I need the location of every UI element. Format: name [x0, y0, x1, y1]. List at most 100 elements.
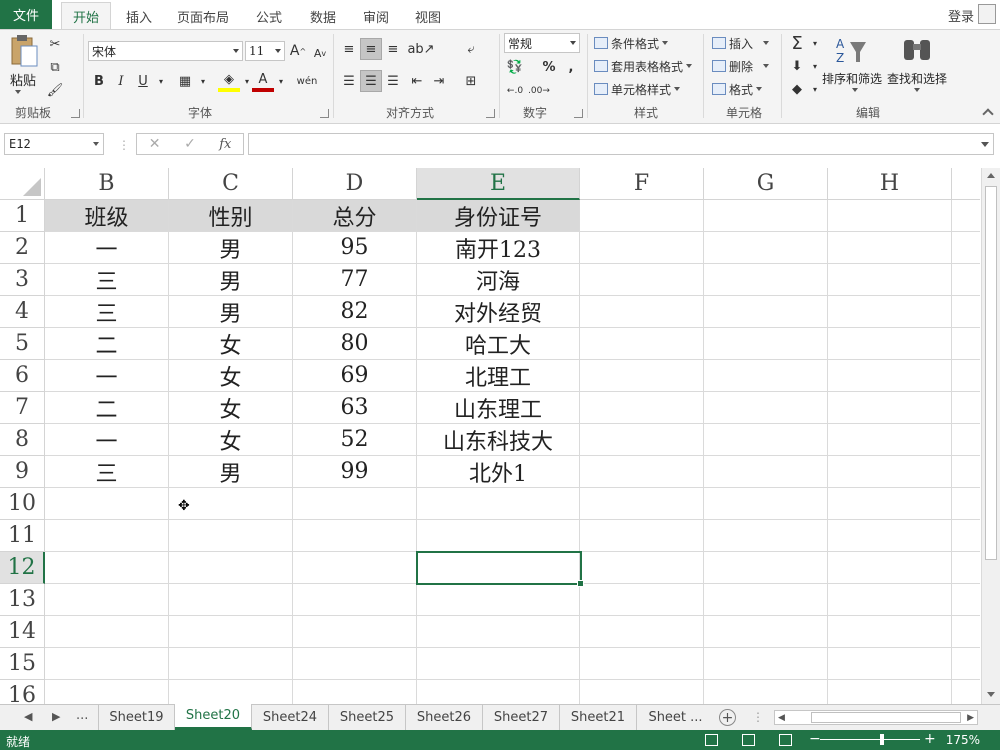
empty-cell[interactable] — [952, 360, 980, 392]
empty-cell[interactable] — [828, 264, 952, 296]
data-cell[interactable]: 二 — [45, 328, 169, 360]
data-cell[interactable]: 山东理工 — [417, 392, 580, 424]
empty-cell[interactable] — [952, 264, 980, 296]
empty-cell[interactable] — [45, 648, 169, 680]
font-launcher-icon[interactable] — [320, 109, 329, 118]
increase-indent-icon[interactable]: ⇥ — [428, 70, 450, 92]
empty-cell[interactable] — [704, 456, 828, 488]
horizontal-scroll-thumb[interactable] — [811, 712, 961, 723]
sheet-tab[interactable]: Sheet25 — [329, 705, 406, 730]
empty-cell[interactable] — [45, 584, 169, 616]
data-cell[interactable]: 女 — [169, 424, 293, 456]
empty-cell[interactable] — [45, 680, 169, 704]
empty-cell[interactable] — [169, 648, 293, 680]
empty-cell[interactable] — [417, 616, 580, 648]
data-cell[interactable]: 一 — [45, 424, 169, 456]
zoom-out-icon[interactable]: − — [809, 731, 821, 747]
vertical-scrollbar[interactable] — [981, 168, 1000, 704]
empty-cell[interactable] — [704, 328, 828, 360]
empty-cell[interactable] — [293, 616, 417, 648]
align-middle-icon[interactable]: ≡ — [360, 38, 382, 60]
empty-cell[interactable] — [828, 552, 952, 584]
empty-cell[interactable] — [45, 488, 169, 520]
empty-cell[interactable] — [704, 424, 828, 456]
bold-icon[interactable]: B — [88, 70, 110, 92]
conditional-format-button[interactable]: 条件格式 — [594, 33, 669, 53]
empty-cell[interactable] — [704, 488, 828, 520]
binoculars-icon[interactable] — [900, 34, 934, 68]
row-header[interactable]: 1 — [0, 200, 45, 232]
percent-icon[interactable]: % — [538, 56, 560, 78]
header-cell[interactable]: 总分 — [293, 200, 417, 232]
clipboard-launcher-icon[interactable] — [71, 109, 80, 118]
column-header[interactable]: G — [704, 168, 828, 200]
insert-function-icon[interactable]: fx — [208, 137, 243, 152]
data-cell[interactable]: 男 — [169, 264, 293, 296]
row-header-selected[interactable]: 12 — [0, 552, 45, 584]
empty-cell[interactable] — [952, 520, 980, 552]
align-right-icon[interactable]: ☰ — [382, 70, 404, 92]
column-header[interactable]: C — [169, 168, 293, 200]
empty-cell[interactable] — [580, 552, 704, 584]
tab-data[interactable]: 数据 — [302, 4, 344, 29]
row-header[interactable]: 11 — [0, 520, 45, 552]
tab-page-layout[interactable]: 页面布局 — [171, 4, 235, 29]
scroll-left-icon[interactable]: ◀ — [778, 713, 785, 723]
tab-splitter-icon[interactable]: ⋮ — [752, 710, 764, 724]
name-box[interactable]: E12 — [4, 133, 104, 155]
underline-dropdown-icon[interactable]: ▾ — [150, 70, 172, 92]
data-cell[interactable]: 男 — [169, 296, 293, 328]
find-select-label[interactable]: 查找和选择 — [887, 70, 947, 87]
empty-cell[interactable] — [704, 296, 828, 328]
tab-view[interactable]: 视图 — [407, 4, 449, 29]
empty-cell[interactable] — [45, 520, 169, 552]
decrease-indent-icon[interactable]: ⇤ — [406, 70, 428, 92]
data-cell[interactable]: 99 — [293, 456, 417, 488]
header-cell[interactable]: 性别 — [169, 200, 293, 232]
empty-cell[interactable] — [580, 488, 704, 520]
empty-cell[interactable] — [169, 680, 293, 704]
data-cell[interactable]: 男 — [169, 232, 293, 264]
zoom-in-icon[interactable]: + — [924, 731, 936, 747]
border-dropdown-icon[interactable]: ▾ — [192, 70, 214, 92]
sheet-tab[interactable]: Sheet19 — [98, 705, 175, 730]
data-cell[interactable]: 哈工大 — [417, 328, 580, 360]
data-cell[interactable]: 95 — [293, 232, 417, 264]
empty-cell[interactable] — [828, 616, 952, 648]
column-header[interactable] — [952, 168, 980, 200]
data-cell[interactable]: 52 — [293, 424, 417, 456]
add-sheet-icon[interactable]: + — [719, 709, 736, 726]
data-cell[interactable]: 北理工 — [417, 360, 580, 392]
data-cell[interactable]: 河海 — [417, 264, 580, 296]
formula-input[interactable] — [248, 133, 994, 155]
empty-cell[interactable] — [704, 200, 828, 232]
zoom-slider-thumb[interactable] — [880, 734, 884, 745]
empty-cell[interactable] — [828, 328, 952, 360]
data-cell[interactable]: 77 — [293, 264, 417, 296]
file-tab[interactable]: 文件 — [0, 0, 52, 29]
copy-icon[interactable]: ⧉ — [44, 56, 66, 78]
empty-cell[interactable] — [293, 648, 417, 680]
empty-cell[interactable] — [45, 616, 169, 648]
number-launcher-icon[interactable] — [574, 109, 583, 118]
column-header-selected[interactable]: E — [417, 168, 580, 200]
sheet-tab[interactable]: Sheet26 — [406, 705, 483, 730]
sort-filter-icon[interactable]: A Z — [834, 34, 868, 68]
empty-cell[interactable] — [704, 264, 828, 296]
empty-cell[interactable] — [952, 680, 980, 704]
empty-cell[interactable] — [417, 584, 580, 616]
vertical-scroll-thumb[interactable] — [985, 186, 997, 560]
row-header[interactable]: 10 — [0, 488, 45, 520]
tab-home[interactable]: 开始 — [61, 2, 111, 30]
row-header[interactable]: 16 — [0, 680, 45, 704]
horizontal-scrollbar[interactable]: ◀ ▶ — [774, 710, 978, 725]
empty-cell[interactable] — [704, 648, 828, 680]
phonetic-icon[interactable]: wén — [296, 70, 318, 92]
data-cell[interactable]: 对外经贸 — [417, 296, 580, 328]
empty-cell[interactable] — [169, 584, 293, 616]
empty-cell[interactable] — [580, 424, 704, 456]
collapse-ribbon-icon[interactable] — [982, 108, 994, 120]
zoom-slider[interactable] — [820, 739, 920, 740]
page-layout-view-icon[interactable] — [742, 734, 755, 746]
empty-cell[interactable] — [580, 648, 704, 680]
